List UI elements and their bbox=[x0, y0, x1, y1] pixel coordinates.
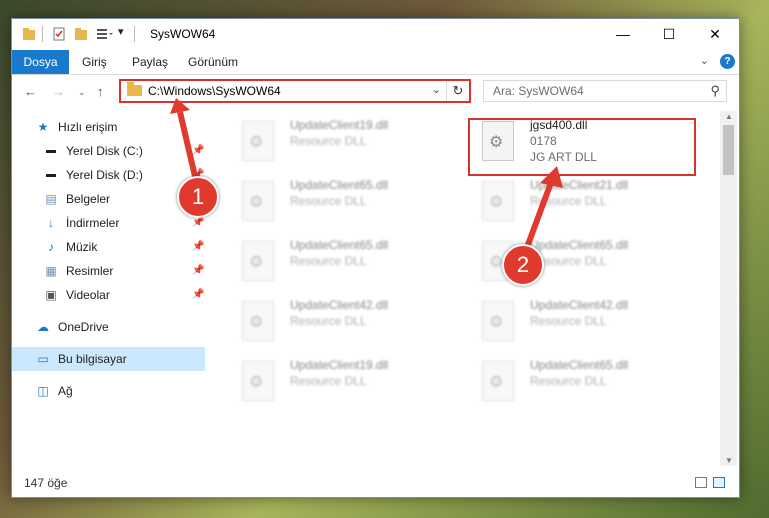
arrow-1-head bbox=[170, 98, 190, 114]
step-badge-1: 1 bbox=[177, 176, 219, 218]
annotation-arrows bbox=[170, 98, 563, 252]
arrow-2-shaft bbox=[523, 178, 555, 252]
arrow-1-shaft bbox=[177, 111, 200, 186]
arrow-2-head bbox=[540, 166, 563, 188]
step-badge-2: 2 bbox=[502, 244, 544, 286]
